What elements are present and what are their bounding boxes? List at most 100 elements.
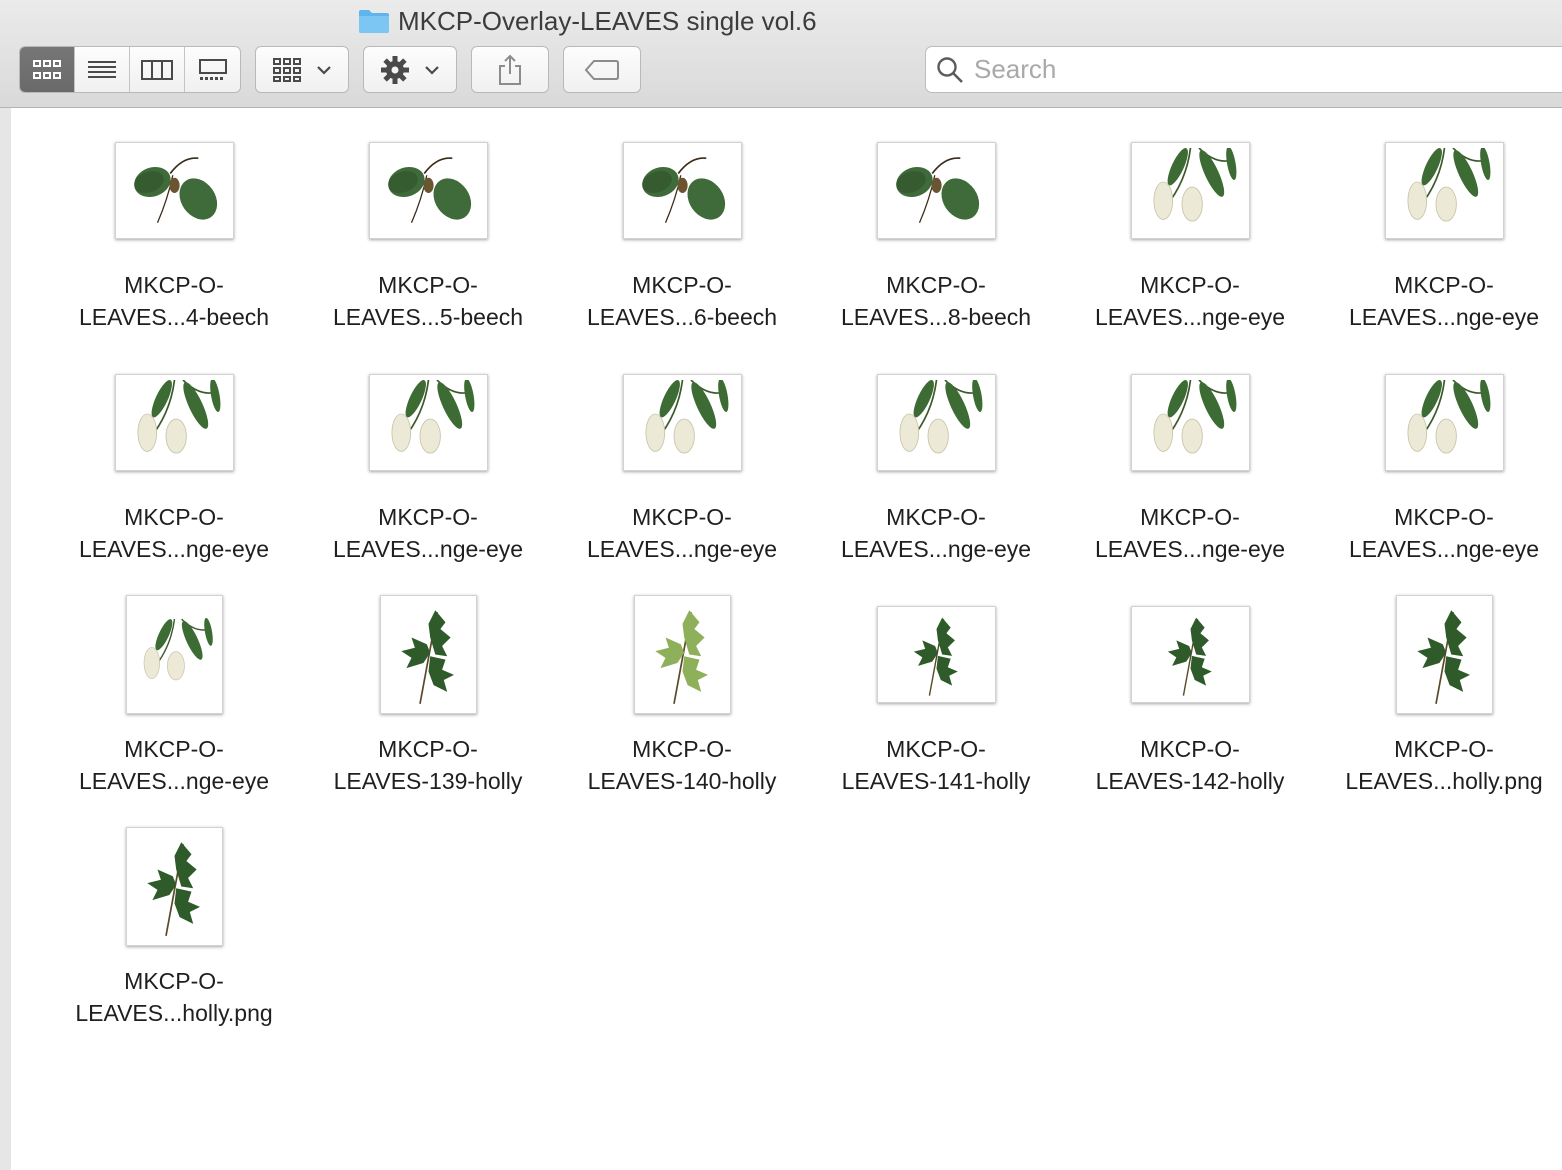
- file-name-line-2: LEAVES...nge-eye: [586, 536, 778, 562]
- file-name[interactable]: MKCP-O- LEAVES-142-holly: [1096, 733, 1285, 797]
- file-name[interactable]: MKCP-O- LEAVES...8-beech: [841, 269, 1031, 333]
- file-item[interactable]: MKCP-O- LEAVES...nge-eye: [555, 362, 809, 594]
- file-name-line-2: LEAVES-139-holly: [333, 768, 523, 794]
- search-field[interactable]: [925, 46, 1562, 93]
- file-name-line-2: LEAVES-142-holly: [1095, 768, 1285, 794]
- file-name[interactable]: MKCP-O- LEAVES-141-holly: [842, 733, 1031, 797]
- file-name-line-1: MKCP-O-: [378, 504, 478, 530]
- file-thumbnail[interactable]: [1130, 373, 1250, 471]
- file-thumbnail[interactable]: [114, 141, 234, 239]
- file-name-line-1: MKCP-O-: [1140, 272, 1240, 298]
- column-view-button[interactable]: [130, 47, 185, 92]
- blossom-leaf-image: [1136, 379, 1244, 465]
- file-name[interactable]: MKCP-O- LEAVES...6-beech: [587, 269, 777, 333]
- file-item[interactable]: MKCP-O- LEAVES...nge-eye: [1317, 130, 1562, 362]
- file-name[interactable]: MKCP-O- LEAVES-140-holly: [588, 733, 777, 797]
- list-view-button[interactable]: [75, 47, 130, 92]
- file-item[interactable]: MKCP-O- LEAVES...nge-eye: [1063, 130, 1317, 362]
- file-name[interactable]: MKCP-O- LEAVES...nge-eye: [79, 733, 269, 797]
- file-thumbnail[interactable]: [125, 594, 223, 714]
- gallery-view-button[interactable]: [185, 47, 240, 92]
- icon-view-button[interactable]: [20, 47, 75, 92]
- file-thumbnail[interactable]: [368, 141, 488, 239]
- file-thumbnail[interactable]: [876, 373, 996, 471]
- file-name[interactable]: MKCP-O- LEAVES...5-beech: [333, 269, 523, 333]
- file-thumbnail[interactable]: [633, 594, 731, 714]
- tag-button[interactable]: [563, 46, 641, 93]
- file-thumbnail[interactable]: [1130, 141, 1250, 239]
- file-item[interactable]: MKCP-O- LEAVES...nge-eye: [809, 362, 1063, 594]
- file-name[interactable]: MKCP-O- LEAVES...nge-eye: [587, 501, 777, 565]
- file-item[interactable]: MKCP-O- LEAVES...8-beech: [809, 130, 1063, 362]
- file-thumbnail[interactable]: [622, 373, 742, 471]
- file-item[interactable]: MKCP-O- LEAVES...nge-eye: [47, 594, 301, 826]
- action-button[interactable]: [363, 46, 457, 93]
- file-item[interactable]: MKCP-O- LEAVES...5-beech: [301, 130, 555, 362]
- file-item[interactable]: MKCP-O- LEAVES-139-holly: [301, 594, 555, 826]
- file-name[interactable]: MKCP-O- LEAVES...nge-eye: [333, 501, 523, 565]
- file-name[interactable]: MKCP-O- LEAVES-139-holly: [334, 733, 523, 797]
- file-item[interactable]: MKCP-O- LEAVES-141-holly: [809, 594, 1063, 826]
- file-thumbnail-area: [301, 130, 555, 250]
- chevron-down-icon: [425, 65, 439, 75]
- file-name-line-1: MKCP-O-: [124, 504, 224, 530]
- file-name-line-2: LEAVES...nge-eye: [840, 536, 1032, 562]
- file-name[interactable]: MKCP-O- LEAVES...4-beech: [79, 269, 269, 333]
- file-thumbnail[interactable]: [125, 826, 223, 946]
- file-name[interactable]: MKCP-O- LEAVES...nge-eye: [1349, 269, 1539, 333]
- window-title-text: MKCP-Overlay-LEAVES single vol.6: [398, 5, 817, 36]
- blossom-leaf-image: [1390, 147, 1498, 233]
- file-name-line-1: MKCP-O-: [886, 272, 986, 298]
- file-name[interactable]: MKCP-O- LEAVES...holly.png: [75, 965, 272, 1029]
- file-name[interactable]: MKCP-O- LEAVES...nge-eye: [841, 501, 1031, 565]
- file-item[interactable]: MKCP-O- LEAVES...holly.png: [47, 826, 301, 1058]
- file-name[interactable]: MKCP-O- LEAVES...nge-eye: [1095, 501, 1285, 565]
- file-name-line-2: LEAVES...8-beech: [840, 304, 1032, 330]
- file-thumbnail[interactable]: [368, 373, 488, 471]
- holly-leaf-image: [1136, 611, 1244, 697]
- file-name[interactable]: MKCP-O- LEAVES...nge-eye: [79, 501, 269, 565]
- file-item[interactable]: MKCP-O- LEAVES...4-beech: [47, 130, 301, 362]
- file-name[interactable]: MKCP-O- LEAVES...nge-eye: [1349, 501, 1539, 565]
- file-thumbnail[interactable]: [379, 594, 477, 714]
- search-input[interactable]: [974, 54, 1534, 85]
- view-mode-control[interactable]: [19, 46, 241, 93]
- file-name-line-1: MKCP-O-: [124, 968, 224, 994]
- columns-icon: [141, 59, 173, 80]
- file-name-line-1: MKCP-O-: [1394, 272, 1494, 298]
- file-name[interactable]: MKCP-O- LEAVES...nge-eye: [1095, 269, 1285, 333]
- file-item[interactable]: MKCP-O- LEAVES...nge-eye: [1063, 362, 1317, 594]
- file-item[interactable]: MKCP-O- LEAVES...nge-eye: [47, 362, 301, 594]
- file-item[interactable]: MKCP-O- LEAVES-142-holly: [1063, 594, 1317, 826]
- chevron-down-icon: [317, 65, 331, 75]
- file-thumbnail[interactable]: [876, 141, 996, 239]
- file-icon-grid: MKCP-O- LEAVES...4-beech MKCP-O- LEAVES...…: [47, 130, 1562, 1058]
- holly-leaf-image: [385, 600, 471, 708]
- file-item[interactable]: MKCP-O- LEAVES...nge-eye: [301, 362, 555, 594]
- file-name-line-2: LEAVES-141-holly: [841, 768, 1031, 794]
- file-item[interactable]: MKCP-O- LEAVES...6-beech: [555, 130, 809, 362]
- file-thumbnail[interactable]: [114, 373, 234, 471]
- file-thumbnail[interactable]: [622, 141, 742, 239]
- folder-icon: [359, 10, 389, 33]
- file-name[interactable]: MKCP-O- LEAVES...holly.png: [1345, 733, 1542, 797]
- holly-leaf-image: [882, 611, 990, 697]
- file-item[interactable]: MKCP-O- LEAVES...holly.png: [1317, 594, 1562, 826]
- file-thumbnail[interactable]: [1384, 141, 1504, 239]
- beech-leaf-image: [120, 147, 228, 233]
- file-item[interactable]: MKCP-O- LEAVES...nge-eye: [1317, 362, 1562, 594]
- file-thumbnail[interactable]: [1130, 605, 1250, 703]
- share-button[interactable]: [471, 46, 549, 93]
- file-thumbnail[interactable]: [876, 605, 996, 703]
- file-thumbnail[interactable]: [1395, 594, 1493, 714]
- blossom-leaf-image: [882, 379, 990, 465]
- file-thumbnail-area: [47, 362, 301, 482]
- file-thumbnail[interactable]: [1384, 373, 1504, 471]
- file-item[interactable]: MKCP-O- LEAVES-140-holly: [555, 594, 809, 826]
- group-by-button[interactable]: [255, 46, 349, 93]
- file-name-line-1: MKCP-O-: [632, 736, 732, 762]
- file-name-line-1: MKCP-O-: [1140, 736, 1240, 762]
- file-thumbnail-area: [301, 594, 555, 714]
- file-name-line-1: MKCP-O-: [378, 272, 478, 298]
- file-name-line-1: MKCP-O-: [886, 504, 986, 530]
